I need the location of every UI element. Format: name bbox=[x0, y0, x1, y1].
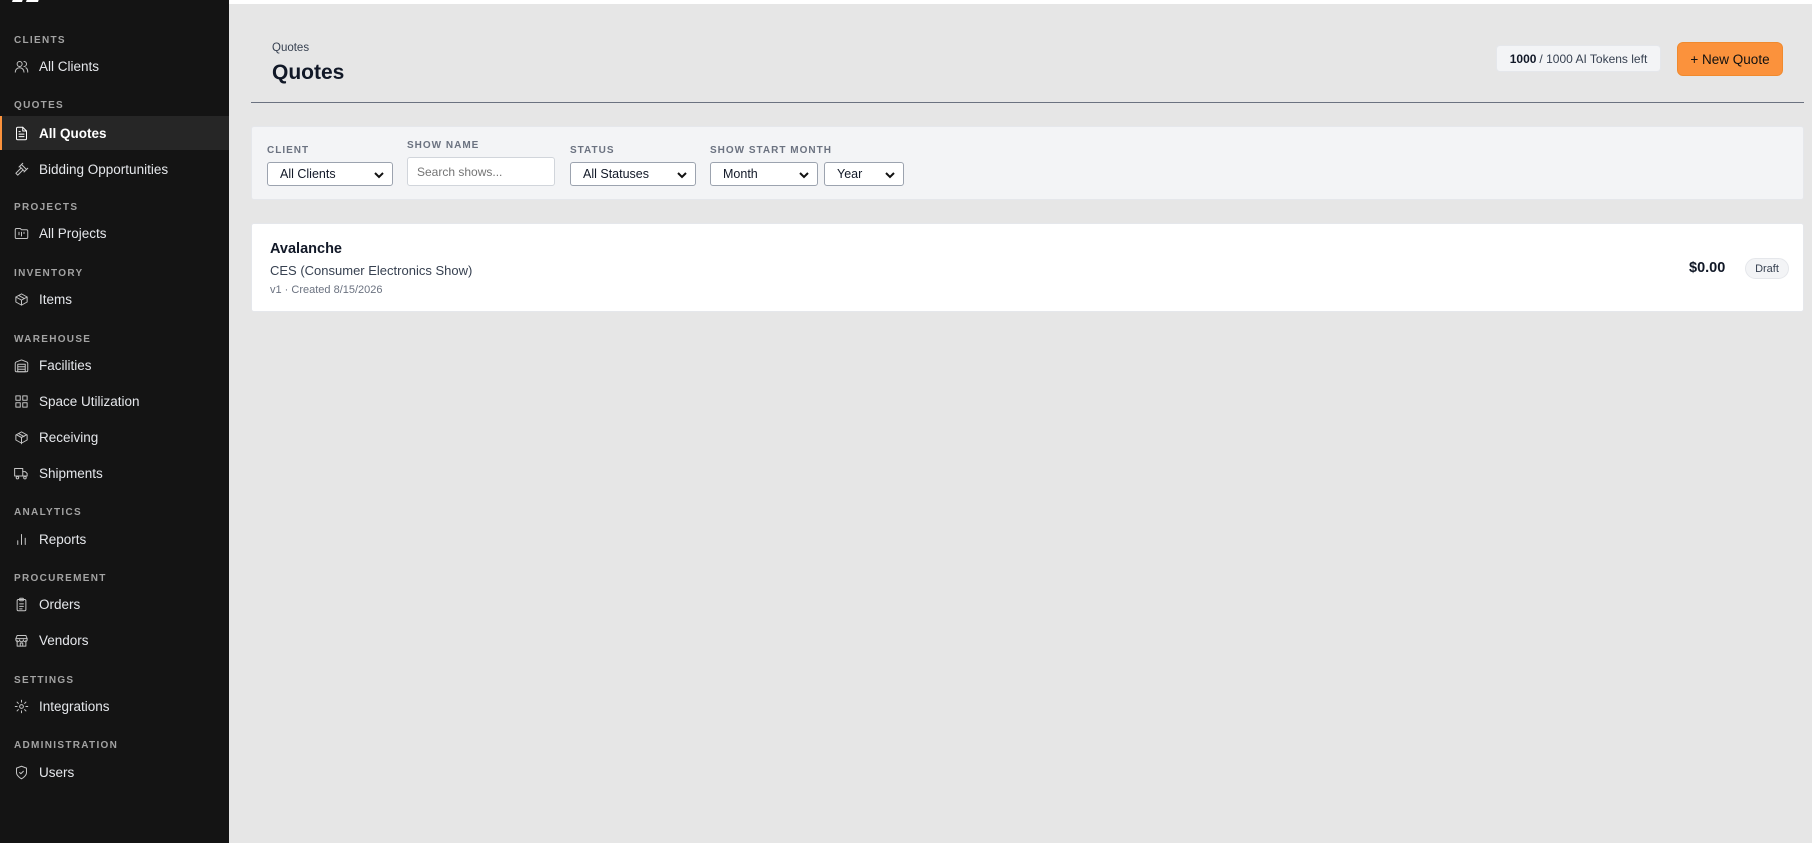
top-bar bbox=[229, 0, 1812, 4]
sidebar-item-label: Items bbox=[39, 291, 73, 307]
sidebar-item-label: Shipments bbox=[39, 465, 103, 481]
ai-tokens-badge: 1000 / 1000 AI Tokens left bbox=[1496, 45, 1661, 72]
sidebar-item-space-utilization[interactable]: Space Utilization bbox=[0, 384, 229, 418]
sidebar-item-label: Users bbox=[39, 764, 75, 780]
show-name-filter-label: SHOW NAME bbox=[407, 140, 480, 151]
year-select[interactable]: Year bbox=[824, 162, 904, 186]
tokens-rest: / 1000 AI Tokens left bbox=[1539, 51, 1648, 66]
sidebar-item-receiving[interactable]: Receiving bbox=[0, 420, 229, 454]
shield-check-icon bbox=[13, 764, 29, 780]
status-select[interactable]: All Statuses bbox=[570, 162, 696, 186]
filters-panel: CLIENT All Clients SHOW NAME STATUS All … bbox=[251, 126, 1804, 200]
sidebar-item-all-quotes[interactable]: All Quotes bbox=[0, 116, 229, 150]
status-select-value: All Statuses bbox=[583, 167, 650, 181]
chevron-down-icon bbox=[373, 169, 385, 181]
sidebar-item-orders[interactable]: Orders bbox=[0, 587, 229, 621]
page-title: Quotes bbox=[272, 61, 345, 84]
sidebar-item-label: Facilities bbox=[39, 357, 92, 373]
truck-icon bbox=[13, 465, 29, 481]
sidebar-item-label: Bidding Opportunities bbox=[39, 161, 169, 177]
header-divider bbox=[251, 102, 1804, 103]
client-select-value: All Clients bbox=[280, 167, 336, 181]
month-select[interactable]: Month bbox=[710, 162, 818, 186]
sidebar-item-vendors[interactable]: Vendors bbox=[0, 623, 229, 657]
sidebar-item-users[interactable]: Users bbox=[0, 755, 229, 789]
section-label-projects: PROJECTS bbox=[14, 202, 79, 213]
gear-icon bbox=[13, 698, 29, 714]
grid-icon bbox=[13, 393, 29, 409]
status-filter-label: STATUS bbox=[570, 145, 615, 156]
section-label-inventory: INVENTORY bbox=[14, 268, 84, 279]
store-icon bbox=[13, 632, 29, 648]
section-label-settings: SETTINGS bbox=[14, 675, 75, 686]
sidebar-item-shipments[interactable]: Shipments bbox=[0, 456, 229, 490]
sidebar-item-facilities[interactable]: Facilities bbox=[0, 348, 229, 382]
sidebar-item-items[interactable]: Items bbox=[0, 282, 229, 316]
chevron-down-icon bbox=[676, 169, 688, 181]
quote-card[interactable]: Avalanche CES (Consumer Electronics Show… bbox=[251, 223, 1804, 312]
bar-chart-icon bbox=[13, 531, 29, 547]
year-select-value: Year bbox=[837, 167, 863, 181]
quote-show-name: CES (Consumer Electronics Show) bbox=[270, 263, 473, 278]
quote-amount: $0.00 bbox=[1689, 260, 1726, 276]
package-icon bbox=[13, 291, 29, 307]
status-badge: Draft bbox=[1745, 258, 1789, 279]
chevron-down-icon bbox=[798, 169, 810, 181]
sidebar-item-label: Receiving bbox=[39, 429, 99, 445]
sidebar-item-label: All Clients bbox=[39, 58, 100, 74]
new-quote-button[interactable]: + New Quote bbox=[1677, 42, 1783, 76]
clipboard-icon bbox=[13, 596, 29, 612]
folder-kanban-icon bbox=[13, 225, 29, 241]
package-open-icon bbox=[13, 429, 29, 445]
document-icon bbox=[13, 125, 29, 141]
client-select[interactable]: All Clients bbox=[267, 162, 393, 186]
sidebar-item-bidding-opportunities[interactable]: Bidding Opportunities bbox=[0, 152, 229, 186]
section-label-administration: ADMINISTRATION bbox=[14, 740, 119, 751]
client-filter-label: CLIENT bbox=[267, 145, 310, 156]
month-select-value: Month bbox=[723, 167, 758, 181]
sidebar-item-label: Orders bbox=[39, 596, 81, 612]
sidebar-item-label: Integrations bbox=[39, 698, 110, 714]
sidebar-item-label: Reports bbox=[39, 531, 87, 547]
section-label-quotes: QUOTES bbox=[14, 100, 65, 111]
logo-icon bbox=[12, 0, 39, 2]
warehouse-icon bbox=[13, 357, 29, 373]
quote-name: Avalanche bbox=[270, 241, 342, 257]
sidebar-item-all-projects[interactable]: All Projects bbox=[0, 216, 229, 250]
section-label-procurement: PROCUREMENT bbox=[14, 573, 107, 584]
section-label-clients: CLIENTS bbox=[14, 35, 66, 46]
section-label-analytics: ANALYTICS bbox=[14, 507, 83, 518]
sidebar-item-label: All Projects bbox=[39, 225, 107, 241]
show-start-month-label: SHOW START MONTH bbox=[710, 145, 832, 156]
sidebar-item-reports[interactable]: Reports bbox=[0, 522, 229, 556]
sidebar-item-label: All Quotes bbox=[39, 125, 107, 141]
chevron-down-icon bbox=[884, 169, 896, 181]
breadcrumb[interactable]: Quotes bbox=[272, 42, 309, 54]
show-name-search-input[interactable] bbox=[407, 157, 555, 186]
gavel-icon bbox=[13, 161, 29, 177]
sidebar-item-label: Vendors bbox=[39, 632, 89, 648]
sidebar: CLIENTS All Clients QUOTES All Quotes Bi… bbox=[0, 0, 229, 843]
section-label-warehouse: WAREHOUSE bbox=[14, 334, 92, 345]
sidebar-item-label: Space Utilization bbox=[39, 393, 140, 409]
users-icon bbox=[13, 58, 29, 74]
quote-meta: v1 · Created 8/15/2026 bbox=[270, 284, 383, 296]
tokens-used: 1000 bbox=[1509, 51, 1537, 66]
sidebar-item-integrations[interactable]: Integrations bbox=[0, 689, 229, 723]
sidebar-item-all-clients[interactable]: All Clients bbox=[0, 49, 229, 83]
